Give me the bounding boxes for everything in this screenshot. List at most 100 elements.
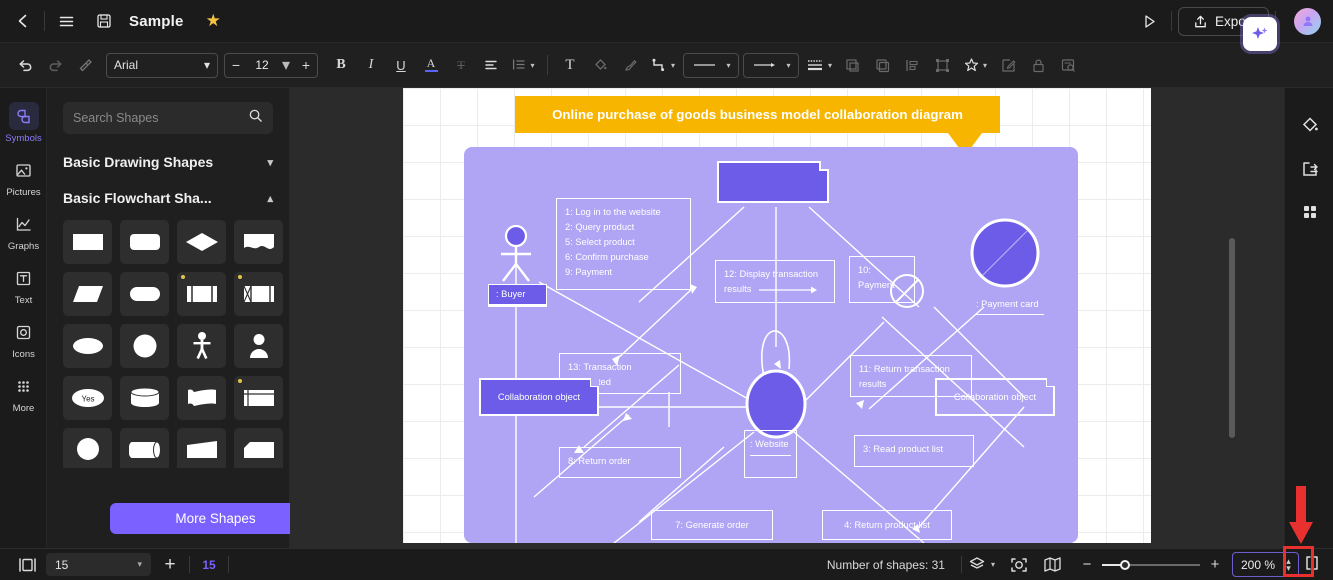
- add-page-button[interactable]: +: [151, 554, 189, 576]
- payment-card-circle[interactable]: [969, 217, 1041, 289]
- shape-actor-stick-figure[interactable]: [177, 324, 226, 368]
- shape-direct-access-storage[interactable]: [120, 428, 169, 468]
- font-size-value[interactable]: 12: [247, 58, 277, 72]
- zoom-out-button[interactable]: −: [1076, 556, 1098, 573]
- canvas-area[interactable]: Online purchase of goods business model …: [290, 88, 1284, 548]
- fill-style-icon[interactable]: [1285, 104, 1333, 147]
- align-objects-icon[interactable]: [897, 50, 927, 80]
- collaboration-object-left[interactable]: Collaboration object: [479, 378, 599, 416]
- diagram-title-banner[interactable]: Online purchase of goods business model …: [515, 96, 1000, 133]
- panel-layout-icon[interactable]: [1285, 147, 1333, 190]
- layers-button[interactable]: ▾: [962, 549, 1002, 580]
- shape-wave-document[interactable]: [234, 220, 283, 264]
- sidebar-item-more[interactable]: More: [0, 366, 47, 420]
- shape-decision-yes[interactable]: Yes: [63, 376, 112, 420]
- zoom-slider-knob[interactable]: [1119, 559, 1130, 570]
- shape-trapezoid-slope[interactable]: [177, 428, 226, 468]
- shape-effects-icon[interactable]: ▾: [957, 50, 993, 80]
- search-input[interactable]: [73, 111, 248, 125]
- shape-ellipse[interactable]: [63, 324, 112, 368]
- zoom-stepper[interactable]: ▴ ▾: [1281, 556, 1296, 572]
- brush-icon[interactable]: [615, 50, 645, 80]
- hamburger-menu-icon[interactable]: [51, 6, 81, 36]
- buyer-actor-figure[interactable]: [497, 225, 535, 283]
- find-replace-icon[interactable]: [1053, 50, 1083, 80]
- message-12[interactable]: 12: Display transaction results: [715, 260, 835, 303]
- shape-predefined-process[interactable]: [177, 272, 226, 316]
- shape-internal-storage[interactable]: [234, 272, 283, 316]
- page-select[interactable]: 15 ▾: [46, 553, 151, 576]
- zoom-in-button[interactable]: +: [1204, 556, 1226, 573]
- copy-icon[interactable]: [867, 50, 897, 80]
- zoom-value-box[interactable]: 200 % ▴ ▾: [1231, 552, 1299, 577]
- paint-bucket-icon[interactable]: [585, 50, 615, 80]
- shape-circle[interactable]: [120, 324, 169, 368]
- duplicate-icon[interactable]: [837, 50, 867, 80]
- font-family-select[interactable]: Arial ▾: [106, 52, 218, 78]
- shape-rounded-rectangle[interactable]: [120, 220, 169, 264]
- strikethrough-button[interactable]: T: [446, 50, 476, 80]
- message-8[interactable]: 8: Return order: [559, 447, 681, 478]
- shape-rectangle[interactable]: [63, 220, 112, 264]
- sidebar-item-icons[interactable]: Icons: [0, 312, 47, 366]
- pages-view-icon[interactable]: [10, 549, 44, 580]
- shape-parallelogram[interactable]: [63, 272, 112, 316]
- font-color-button[interactable]: A: [416, 50, 446, 80]
- back-button[interactable]: [8, 6, 38, 36]
- line-style-select[interactable]: ▾: [683, 52, 739, 78]
- sidebar-item-text[interactable]: Text: [0, 258, 47, 312]
- ai-sparkle-button[interactable]: [1243, 17, 1277, 51]
- diagram-page[interactable]: Online purchase of goods business model …: [403, 88, 1151, 543]
- shape-document-curve[interactable]: [177, 376, 226, 420]
- top-object-node[interactable]: [717, 161, 829, 203]
- collaboration-object-right[interactable]: Collaboration object: [935, 378, 1055, 416]
- font-size-decrease[interactable]: −: [225, 54, 247, 77]
- redo-arrow-icon[interactable]: [40, 50, 70, 80]
- fit-to-screen-icon[interactable]: [1299, 555, 1325, 574]
- vertical-scrollbar[interactable]: [1229, 238, 1235, 438]
- play-triangle-icon[interactable]: [1135, 6, 1165, 36]
- diagram-frame[interactable]: : Buyer 1: Log in to the website 2: Quer…: [464, 147, 1078, 543]
- message-7[interactable]: 7: Generate order: [651, 510, 773, 540]
- shape-card-notched[interactable]: [234, 428, 283, 468]
- sidebar-item-symbols[interactable]: Symbols: [0, 96, 47, 150]
- payment-card-label[interactable]: : Payment card: [976, 297, 1044, 315]
- prohibited-circle-icon[interactable]: [888, 272, 926, 310]
- map-overview-icon[interactable]: [1036, 549, 1070, 580]
- connector-line-icon[interactable]: ▾: [645, 50, 681, 80]
- group-icon[interactable]: [927, 50, 957, 80]
- lock-icon[interactable]: [1023, 50, 1053, 80]
- line-spacing-icon[interactable]: ▾: [506, 50, 540, 80]
- grid-apps-icon[interactable]: [1285, 190, 1333, 233]
- group-basic-flowchart-shapes[interactable]: Basic Flowchart Sha... ▴: [47, 180, 289, 216]
- font-size-increase[interactable]: +: [295, 54, 317, 77]
- shape-diamond[interactable]: [177, 220, 226, 264]
- sidebar-item-graphs[interactable]: Graphs: [0, 204, 47, 258]
- format-painter-icon[interactable]: [70, 50, 100, 80]
- message-3[interactable]: 3: Read product list: [854, 435, 974, 467]
- steps-note[interactable]: 1: Log in to the website 2: Query produc…: [556, 198, 691, 290]
- shape-person-bust[interactable]: [234, 324, 283, 368]
- shape-multi-document[interactable]: [234, 376, 283, 420]
- website-object[interactable]: : Website: [744, 430, 797, 478]
- shape-circle-connector[interactable]: [63, 428, 112, 468]
- avatar[interactable]: [1294, 7, 1321, 35]
- zoom-stepper-down[interactable]: ▾: [1286, 563, 1291, 572]
- arrow-style-select[interactable]: ▾: [743, 52, 799, 78]
- text-box-button[interactable]: T: [555, 50, 585, 80]
- undo-arrow-icon[interactable]: [10, 50, 40, 80]
- bold-button[interactable]: B: [326, 50, 356, 80]
- buyer-object-label[interactable]: : Buyer: [488, 284, 547, 307]
- center-circle-object[interactable]: [744, 369, 808, 439]
- star-icon[interactable]: ★: [206, 11, 221, 31]
- message-4[interactable]: 4: Return product list: [822, 510, 952, 540]
- edit-pencil-icon[interactable]: [993, 50, 1023, 80]
- font-size-dropdown-icon[interactable]: ▾: [277, 55, 295, 75]
- shape-stadium-terminator[interactable]: [120, 272, 169, 316]
- line-weight-icon[interactable]: ▾: [801, 50, 837, 80]
- align-left-icon[interactable]: [476, 50, 506, 80]
- group-basic-drawing-shapes[interactable]: Basic Drawing Shapes ▾: [47, 144, 289, 180]
- document-title[interactable]: Sample: [129, 13, 184, 30]
- underline-button[interactable]: U: [386, 50, 416, 80]
- italic-button[interactable]: I: [356, 50, 386, 80]
